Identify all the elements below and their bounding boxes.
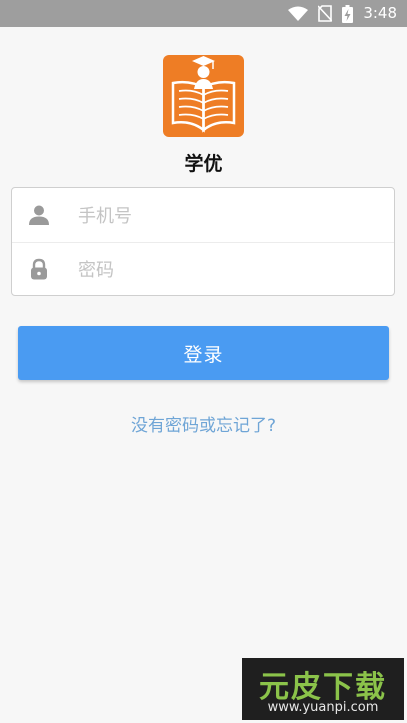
app-name: 学优 <box>184 153 223 175</box>
app-logo <box>163 55 244 137</box>
password-input[interactable] <box>76 252 380 288</box>
graduate-book-icon <box>171 56 236 133</box>
no-sim-icon <box>318 5 333 22</box>
status-time: 3:48 <box>363 4 397 22</box>
phone-input[interactable] <box>76 198 380 234</box>
password-row <box>12 242 394 296</box>
watermark-url: www.yuanpi.com <box>267 700 379 715</box>
forgot-password-link[interactable]: 没有密码或忘记了? <box>0 411 407 436</box>
battery-charging-icon <box>342 4 354 23</box>
user-icon <box>29 205 49 225</box>
phone-row <box>12 188 394 243</box>
status-bar: 3:48 <box>0 0 407 27</box>
login-button[interactable]: 登录 <box>18 326 389 380</box>
wifi-icon <box>288 6 309 21</box>
watermark: 元皮下载 www.yuanpi.com <box>242 658 404 720</box>
lock-icon <box>31 258 47 280</box>
login-form <box>11 187 395 296</box>
